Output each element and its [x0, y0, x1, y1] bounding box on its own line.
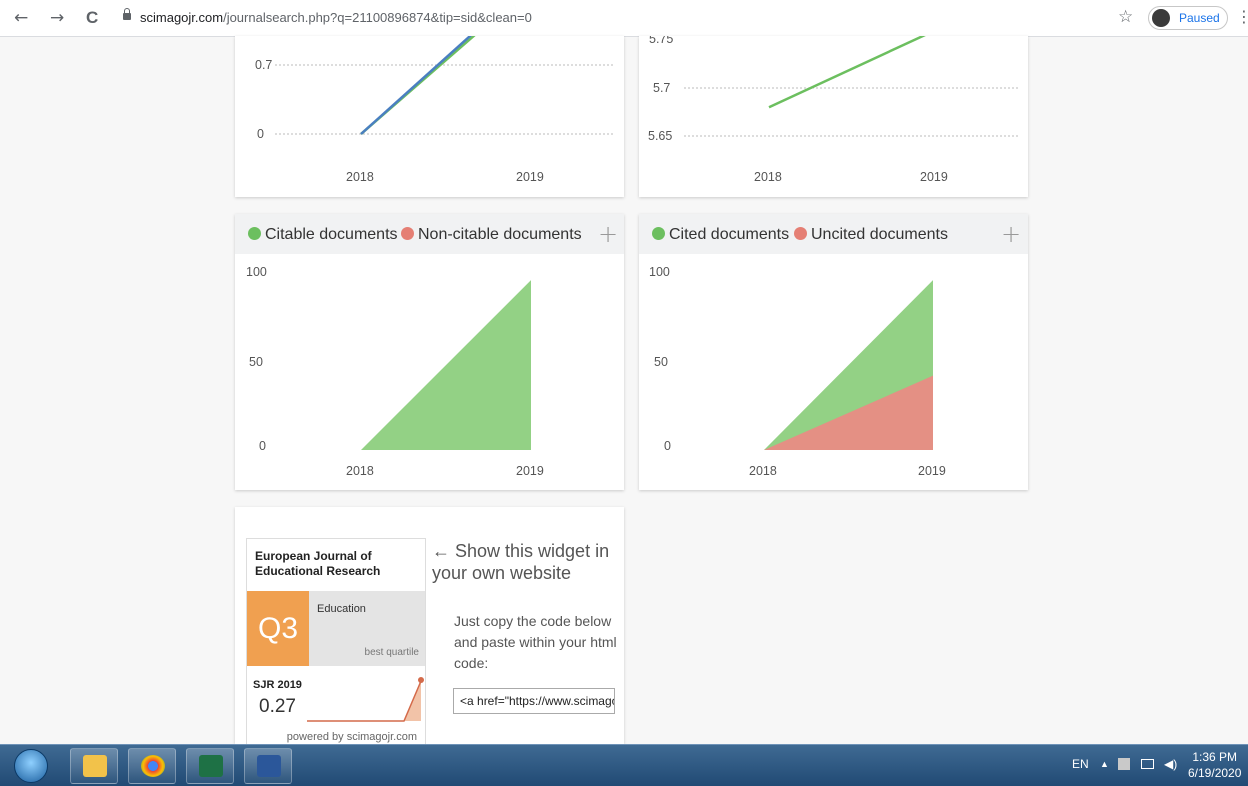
profile-button[interactable]: Paused — [1148, 6, 1228, 30]
x-tick: 2019 — [920, 170, 948, 184]
profile-status: Paused — [1179, 11, 1220, 25]
windows-taskbar: EN ▲ ◀) 1:36 PM 6/19/2020 — [0, 744, 1248, 786]
x-tick: 2018 — [749, 464, 777, 478]
sjr-value: 0.27 — [259, 696, 296, 717]
quartile-box: Q3 — [247, 591, 309, 666]
area-chart-cited — [764, 280, 933, 450]
back-icon[interactable]: ← — [14, 8, 28, 28]
taskbar-explorer[interactable] — [70, 748, 118, 784]
series-line — [768, 36, 926, 109]
y-tick: 5.65 — [648, 129, 673, 143]
y-tick: 5.7 — [653, 81, 671, 95]
x-tick: 2018 — [346, 170, 374, 184]
sparkline-line — [307, 680, 422, 722]
subject-box: Education best quartile — [309, 591, 425, 666]
y-tick: 0.7 — [255, 58, 273, 72]
y-tick: 0 — [259, 439, 266, 453]
y-tick: 0 — [664, 439, 671, 453]
taskbar-chrome[interactable] — [128, 748, 176, 784]
widget-code-input[interactable]: <a href="https://www.scimagojr.com/journ… — [453, 688, 615, 714]
y-tick: 0 — [257, 127, 264, 141]
browser-menu-icon[interactable]: ⋮ — [1236, 7, 1248, 26]
url-path: /journalsearch.php?q=21100896874&tip=sid… — [223, 10, 532, 25]
folder-icon — [83, 755, 107, 777]
y-tick: 50 — [654, 355, 668, 369]
series-line — [360, 36, 472, 135]
taskbar-word[interactable] — [244, 748, 292, 784]
line-chart-top-right — [684, 36, 1019, 137]
reload-icon[interactable]: C — [86, 8, 98, 28]
start-button[interactable] — [14, 749, 48, 783]
widget-instructions: Just copy the code below and paste withi… — [454, 613, 617, 671]
x-tick: 2019 — [918, 464, 946, 478]
show-hidden-icons-icon[interactable]: ▲ — [1100, 759, 1109, 769]
avatar — [1152, 9, 1170, 27]
chart-card-cited: Cited documents Uncited documents + 100 … — [639, 214, 1028, 490]
network-icon[interactable] — [1141, 759, 1154, 769]
browser-toolbar: ← → C scimagojr.com/journalsearch.php?q=… — [0, 0, 1248, 37]
sjr-label: SJR 2019 — [253, 679, 302, 691]
widget-journal-title: European Journal of Educational Research — [255, 549, 381, 578]
series-area — [361, 280, 531, 450]
show-widget-heading: ← Show this widget in your own website — [432, 541, 610, 583]
system-clock[interactable]: 1:36 PM 6/19/2020 — [1188, 749, 1241, 781]
chart-card-top-right: 5.75 5.7 5.65 2018 2019 — [639, 36, 1028, 197]
x-tick: 2018 — [754, 170, 782, 184]
y-tick: 100 — [649, 265, 670, 279]
chrome-icon — [141, 755, 165, 777]
x-tick: 2019 — [516, 464, 544, 478]
address-bar[interactable]: scimagojr.com/journalsearch.php?q=211008… — [140, 8, 532, 28]
series-line — [360, 36, 476, 135]
area-chart-citable — [361, 280, 531, 450]
x-tick: 2019 — [516, 170, 544, 184]
action-center-icon[interactable] — [1118, 758, 1130, 770]
y-tick: 100 — [246, 265, 267, 279]
line-chart-top-left — [275, 36, 615, 135]
forward-icon[interactable]: → — [50, 8, 64, 28]
sparkline-area — [307, 681, 421, 721]
chart-card-top-left: 0.7 0 2018 2019 — [235, 36, 624, 197]
lock-icon — [123, 8, 131, 20]
word-icon — [257, 755, 281, 777]
bookmark-star-icon[interactable]: ☆ — [1118, 7, 1133, 27]
language-indicator[interactable]: EN — [1072, 757, 1089, 771]
subject-name: Education — [317, 603, 366, 615]
excel-icon — [199, 755, 223, 777]
chart-card-citable: Citable documents Non-citable documents … — [235, 214, 624, 490]
volume-icon[interactable]: ◀) — [1164, 757, 1177, 771]
y-tick: 50 — [249, 355, 263, 369]
taskbar-excel[interactable] — [186, 748, 234, 784]
sjr-widget[interactable]: European Journal of Educational Research… — [246, 538, 426, 748]
sjr-sparkline — [307, 677, 424, 722]
powered-by-link[interactable]: powered by scimagojr.com — [247, 731, 425, 743]
clock-date: 6/19/2020 — [1188, 766, 1242, 780]
clock-time: 1:36 PM — [1192, 750, 1238, 764]
best-quartile-label: best quartile — [364, 647, 419, 658]
x-tick: 2018 — [346, 464, 374, 478]
sparkline-point — [418, 677, 424, 683]
y-tick: 5.75 — [649, 36, 674, 46]
url-domain: scimagojr.com — [140, 10, 224, 25]
